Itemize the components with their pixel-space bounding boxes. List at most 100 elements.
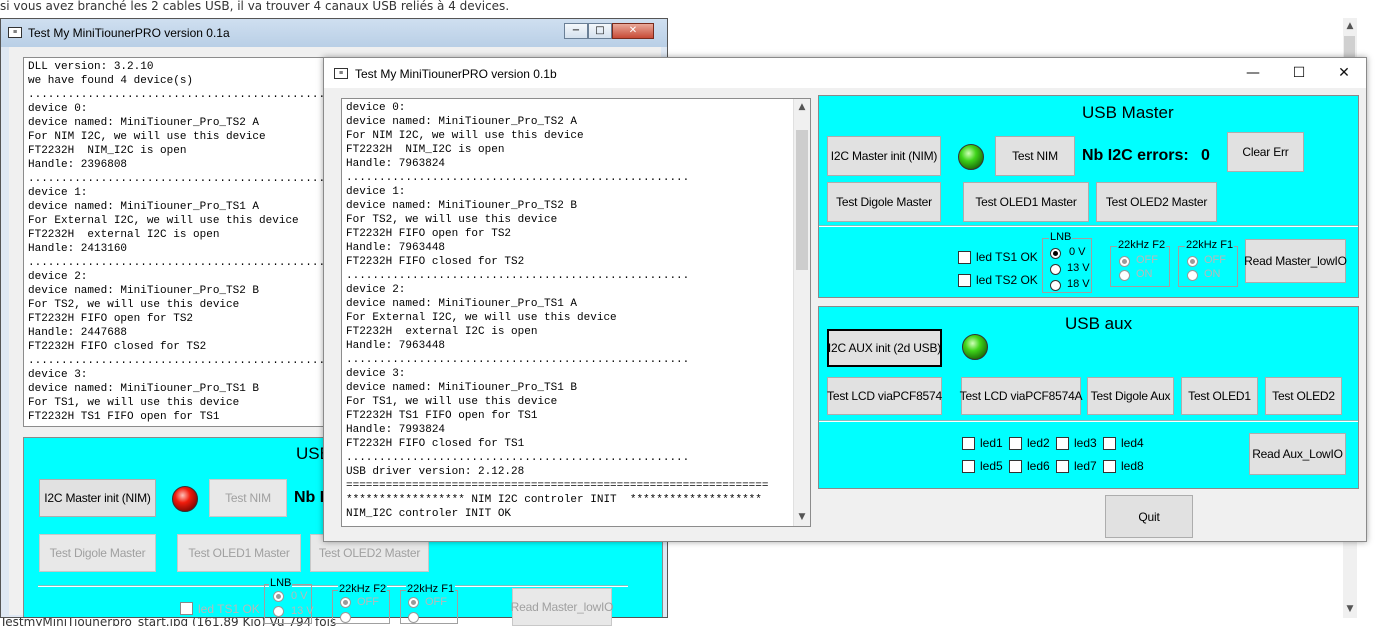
back-f2-on-radio[interactable] bbox=[340, 612, 351, 623]
led4-checkbox[interactable] bbox=[1103, 437, 1116, 450]
page-scroll-down-icon[interactable]: ▼ bbox=[1342, 601, 1358, 618]
front-log-line: device named: MiniTiouner_Pro_TS1 A bbox=[346, 298, 578, 310]
led-ts2-ok-checkbox[interactable] bbox=[958, 274, 971, 287]
back-log-line: For External I2C, we will use this devic… bbox=[28, 215, 299, 227]
clear-err-button[interactable]: Clear Err bbox=[1227, 132, 1304, 172]
quit-button[interactable]: Quit bbox=[1105, 495, 1193, 538]
front-log-scroll-thumb[interactable] bbox=[796, 130, 808, 270]
back-f1-off-radio[interactable] bbox=[408, 597, 419, 608]
minimize-icon[interactable]: − bbox=[564, 23, 588, 39]
lnb-13v-label: 13 V bbox=[1067, 262, 1090, 274]
back-log-line: FT2232H NIM_I2C is open bbox=[28, 145, 187, 157]
back-log-line: For TS1, we will use this device bbox=[28, 397, 240, 409]
scroll-down-icon[interactable]: ▼ bbox=[794, 509, 810, 526]
back-log-line: FT2232H FIFO open for TS2 bbox=[28, 313, 194, 325]
back-log-line: DLL version: 3.2.10 bbox=[28, 61, 154, 73]
back-log-line: Handle: 2396808 bbox=[28, 159, 128, 171]
maximize-icon[interactable]: ☐ bbox=[1276, 58, 1322, 88]
led2-label: led2 bbox=[1027, 436, 1050, 450]
lnb-18v-label: 18 V bbox=[1067, 278, 1090, 290]
test-oled1-master-button[interactable]: Test OLED1 Master bbox=[963, 182, 1089, 222]
test-lcd-pcf8574a-button[interactable]: Test LCD viaPCF8574A bbox=[960, 377, 1083, 415]
read-master-lowio-button[interactable]: Read Master_lowIO bbox=[1244, 239, 1347, 283]
test-digole-master-button[interactable]: Test Digole Master bbox=[827, 182, 941, 222]
back-i2c-master-init-button[interactable]: I2C Master init (NIM) bbox=[39, 479, 156, 517]
back-log-box[interactable]: DLL version: 3.2.10 we have found 4 devic… bbox=[23, 57, 328, 427]
f1-off-radio[interactable] bbox=[1187, 256, 1198, 267]
front-log-line: Handle: 7993824 bbox=[346, 424, 446, 436]
led6-label: led6 bbox=[1027, 459, 1050, 473]
front-log-scrollbar[interactable]: ▲ ▼ bbox=[793, 99, 810, 526]
f2-label: 22kHz F2 bbox=[1117, 239, 1167, 251]
f2-group: 22kHz F2 OFF ON bbox=[1110, 239, 1170, 287]
usb-master-panel: USB Master I2C Master init (NIM) Test NI… bbox=[818, 95, 1359, 298]
i2c-master-init-button[interactable]: I2C Master init (NIM) bbox=[827, 136, 941, 176]
front-log-line: Handle: 7963824 bbox=[346, 158, 446, 170]
lnb-0v-label: 0 V bbox=[1069, 246, 1086, 258]
back-f1-on-radio[interactable] bbox=[408, 612, 419, 623]
front-log-line: FT2232H external I2C is open bbox=[346, 326, 538, 338]
back-test-digole-master-button[interactable]: Test Digole Master bbox=[39, 534, 156, 572]
close-icon[interactable]: ✕ bbox=[612, 23, 654, 39]
back-test-nim-button[interactable]: Test NIM bbox=[209, 479, 287, 517]
front-window: ≡ Test My MiniTiounerPRO version 0.1b — … bbox=[323, 57, 1367, 542]
back-log-line: device 2: bbox=[28, 271, 88, 283]
back-f2-off-radio[interactable] bbox=[340, 597, 351, 608]
back-lnb-label: LNB bbox=[269, 577, 293, 589]
back-log-line: For NIM I2C, we will use this device bbox=[28, 131, 266, 143]
scroll-up-icon[interactable]: ▲ bbox=[794, 99, 810, 116]
f2-on-radio[interactable] bbox=[1119, 270, 1130, 281]
i2c-aux-init-button[interactable]: I2C AUX init (2d USB) bbox=[827, 329, 942, 367]
back-f1-label: 22kHz F1 bbox=[406, 583, 456, 595]
led7-checkbox[interactable] bbox=[1056, 460, 1069, 473]
front-log-line: device named: MiniTiouner_Pro_TS2 B bbox=[346, 200, 578, 212]
front-log-box[interactable]: device 0: device named: MiniTiouner_Pro_T… bbox=[341, 98, 811, 527]
back-log-line: we have found 4 device(s) bbox=[28, 75, 194, 87]
close-icon[interactable]: ✕ bbox=[1321, 58, 1367, 88]
front-log-line: ........................................… bbox=[346, 270, 690, 282]
led-ts1-ok-checkbox[interactable] bbox=[958, 251, 971, 264]
led2-checkbox[interactable] bbox=[1009, 437, 1022, 450]
page-scroll-up-icon[interactable]: ▲ bbox=[1342, 18, 1358, 35]
master-status-led bbox=[958, 144, 984, 170]
front-log-line: ........................................… bbox=[346, 172, 690, 184]
back-f1-off-label: OFF bbox=[425, 596, 447, 608]
led5-label: led5 bbox=[980, 459, 1003, 473]
front-window-title: Test My MiniTiounerPRO version 0.1b bbox=[355, 67, 557, 81]
back-lnb-13v-radio[interactable] bbox=[273, 606, 284, 617]
led6-checkbox[interactable] bbox=[1009, 460, 1022, 473]
read-aux-lowio-button[interactable]: Read Aux_LowIO bbox=[1249, 433, 1346, 475]
back-lnb-0v-label: 0 V bbox=[291, 590, 308, 602]
lnb-13v-radio[interactable] bbox=[1050, 264, 1061, 275]
back-log-line: device named: MiniTiouner_Pro_TS1 A bbox=[28, 201, 260, 213]
back-lnb-0v-radio[interactable] bbox=[273, 591, 284, 602]
test-nim-button[interactable]: Test NIM bbox=[995, 136, 1075, 176]
back-test-oled1-master-button[interactable]: Test OLED1 Master bbox=[177, 534, 301, 572]
led1-checkbox[interactable] bbox=[962, 437, 975, 450]
test-lcd-pcf8574-button[interactable]: Test LCD viaPCF8574 bbox=[827, 377, 942, 415]
back-window-title: Test My MiniTiounerPRO version 0.1a bbox=[28, 26, 230, 40]
back-led-ts1-ok-checkbox[interactable] bbox=[180, 602, 193, 615]
lnb-0v-radio[interactable] bbox=[1050, 248, 1061, 259]
test-oled2-master-button[interactable]: Test OLED2 Master bbox=[1096, 182, 1217, 222]
back-log-line: FT2232H TS1 FIFO open for TS1 bbox=[28, 411, 220, 423]
minimize-icon[interactable]: — bbox=[1230, 58, 1276, 88]
test-oled2-button[interactable]: Test OLED2 bbox=[1265, 377, 1342, 415]
led8-checkbox[interactable] bbox=[1103, 460, 1116, 473]
lnb-18v-radio[interactable] bbox=[1050, 280, 1061, 291]
lnb-group: LNB 0 V 13 V 18 V bbox=[1042, 231, 1092, 293]
test-oled1-button[interactable]: Test OLED1 bbox=[1181, 377, 1258, 415]
app-window-icon: ≡ bbox=[334, 68, 348, 79]
front-log-line: FT2232H TS1 FIFO open for TS1 bbox=[346, 410, 538, 422]
maximize-icon[interactable]: □ bbox=[588, 23, 612, 39]
test-digole-aux-button[interactable]: Test Digole Aux bbox=[1087, 377, 1174, 415]
nb-i2c-errors-value: 0 bbox=[1201, 147, 1210, 164]
f2-off-radio[interactable] bbox=[1119, 256, 1130, 267]
f1-on-radio[interactable] bbox=[1187, 270, 1198, 281]
back-read-master-button[interactable]: Read Master_lowIO bbox=[511, 588, 614, 626]
led3-checkbox[interactable] bbox=[1056, 437, 1069, 450]
front-log-line: FT2232H FIFO closed for TS2 bbox=[346, 256, 525, 268]
led-ts1-ok-label: led TS1 OK bbox=[976, 250, 1038, 264]
back-log-line: ........................................… bbox=[28, 257, 327, 269]
led5-checkbox[interactable] bbox=[962, 460, 975, 473]
